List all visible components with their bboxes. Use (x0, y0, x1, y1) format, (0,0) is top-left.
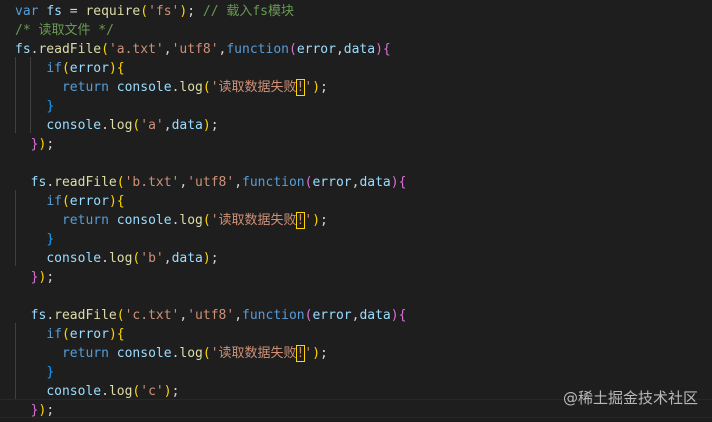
code-line[interactable]: /* 读取文件 */ (15, 21, 114, 40)
code-line[interactable]: fs.readFile('a.txt','utf8',function(erro… (15, 40, 391, 59)
code-line[interactable]: var fs = require('fs'); // 载入fs模块 (15, 2, 294, 21)
code-line[interactable]: console.log('a',data); (15, 116, 218, 135)
code-line[interactable]: fs.readFile('b.txt','utf8',function(erro… (15, 173, 407, 192)
code-line[interactable]: } (15, 230, 54, 249)
code-line[interactable]: }); (15, 401, 54, 420)
code-line[interactable]: return console.log('读取数据失败!'); (15, 344, 328, 363)
code-line[interactable]: if(error){ (15, 325, 124, 344)
code-line[interactable]: if(error){ (15, 192, 124, 211)
code-line[interactable]: }); (15, 268, 54, 287)
code-line[interactable]: }); (15, 135, 54, 154)
code-line[interactable]: return console.log('读取数据失败!'); (15, 211, 328, 230)
code-line[interactable]: console.log('c'); (15, 382, 179, 401)
code-line[interactable]: } (15, 363, 54, 382)
code-line[interactable]: if(error){ (15, 59, 124, 78)
code-editor[interactable]: var fs = require('fs'); // 载入fs模块/* 读取文件… (0, 0, 712, 422)
code-line[interactable]: console.log('b',data); (15, 249, 218, 268)
code-line[interactable]: return console.log('读取数据失败!'); (15, 78, 328, 97)
code-line[interactable]: } (15, 97, 54, 116)
watermark-text: @稀土掘金技术社区 (562, 389, 698, 407)
code-line[interactable]: fs.readFile('c.txt','utf8',function(erro… (15, 306, 407, 325)
